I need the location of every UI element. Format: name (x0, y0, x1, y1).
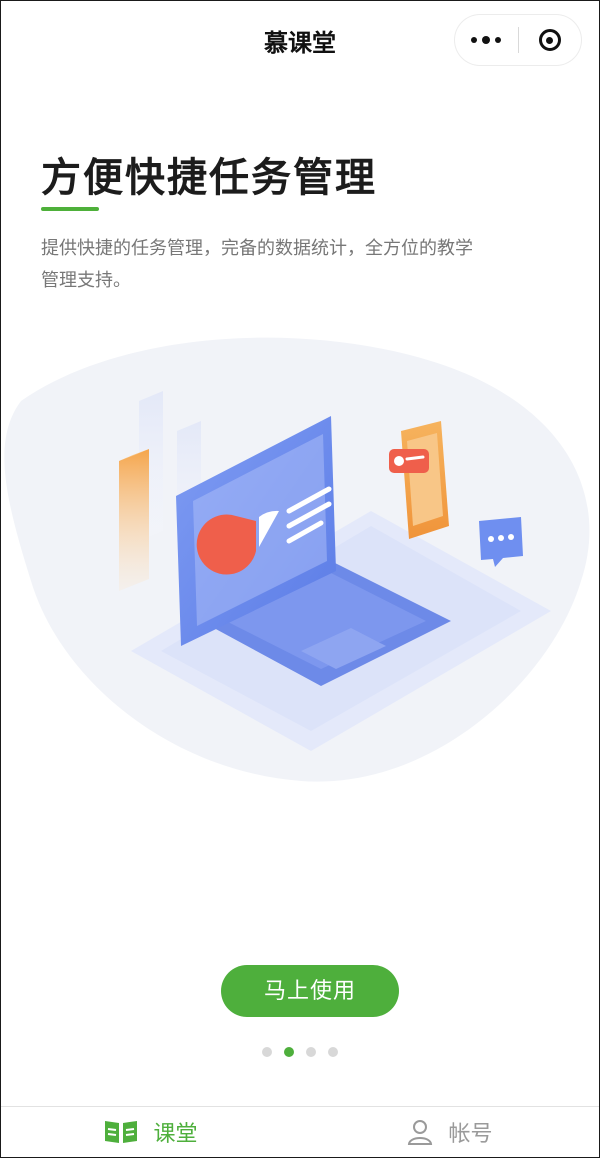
orange-bar (119, 449, 149, 591)
nav-bar: 慕课堂 (1, 1, 599, 87)
chat-dot-3 (508, 534, 514, 540)
tab-classroom[interactable]: 课堂 (1, 1107, 300, 1157)
user-icon (408, 1120, 433, 1145)
app-frame: 慕课堂 方便快捷任务管理 提供快捷的任务管理，完备的数据统计，全方位的教学管理支… (0, 0, 600, 1158)
page-indicator (1, 1047, 599, 1057)
page-dot-3[interactable] (306, 1047, 316, 1057)
book-icon (105, 1121, 138, 1143)
target-icon (538, 29, 561, 51)
headline-accent-bar (41, 207, 99, 211)
tab-bar: 课堂 帐号 (1, 1106, 599, 1157)
menu-capsule (455, 15, 581, 65)
more-button[interactable] (455, 15, 518, 65)
chat-dot-1 (488, 536, 494, 542)
phone-screen (407, 433, 443, 526)
page-dot-1[interactable] (262, 1047, 272, 1057)
chat-dot-2 (498, 535, 504, 541)
phone-message-dot (394, 456, 404, 466)
tab-account-label: 帐号 (448, 1122, 493, 1147)
start-now-button[interactable]: 马上使用 (221, 965, 399, 1017)
page-dot-2-active[interactable] (284, 1047, 294, 1057)
laptop-illustration (4, 337, 590, 782)
tab-classroom-label: 课堂 (153, 1122, 198, 1147)
onboarding-headline: 方便快捷任务管理 (41, 155, 377, 201)
close-button[interactable] (519, 15, 582, 65)
more-dots-icon (471, 36, 502, 44)
onboarding-description: 提供快捷的任务管理，完备的数据统计，全方位的教学管理支持。 (41, 238, 473, 291)
tab-account[interactable]: 帐号 (300, 1107, 599, 1157)
page-dot-4[interactable] (328, 1047, 338, 1057)
pie-slice-red (196, 514, 256, 575)
phone-message-line (405, 455, 425, 461)
